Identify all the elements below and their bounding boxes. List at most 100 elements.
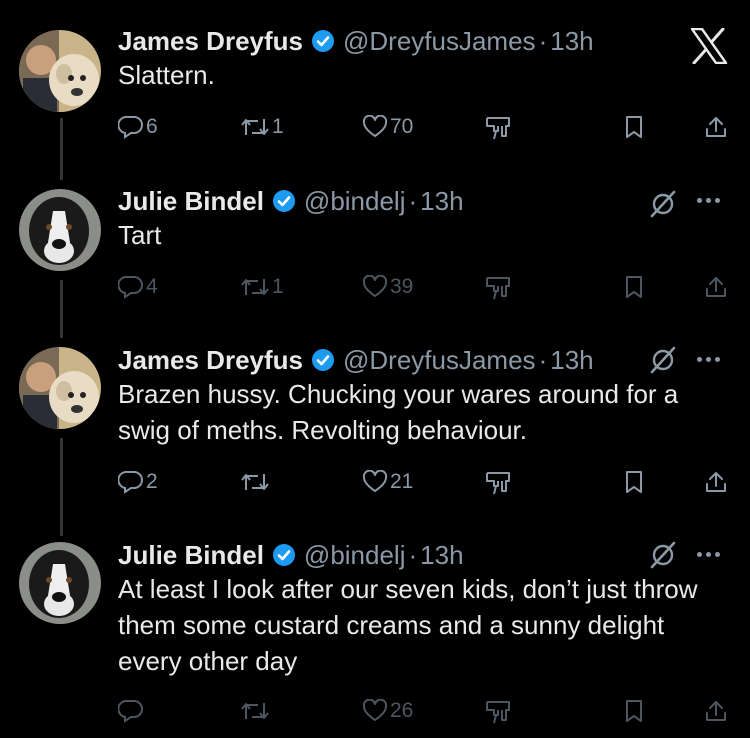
reply-icon [118, 470, 143, 494]
analytics-icon [486, 117, 510, 140]
tweet-header: Julie Bindel @bindelj · 13h [118, 537, 464, 573]
man-with-dog-avatar-icon [19, 347, 101, 429]
analytics-icon [486, 472, 510, 495]
share-button[interactable] [704, 115, 728, 139]
heart-icon [362, 470, 388, 492]
timestamp[interactable]: 13h [550, 345, 593, 376]
retweet-button[interactable]: 1 [240, 275, 284, 299]
avatar[interactable] [19, 189, 101, 271]
more-icon[interactable] [697, 357, 720, 362]
reply-button[interactable] [118, 699, 146, 723]
verified-badge-icon [311, 348, 335, 372]
avatar[interactable] [19, 30, 101, 112]
avatar[interactable] [19, 542, 101, 624]
author-name[interactable]: Julie Bindel [118, 186, 264, 217]
more-icon[interactable] [697, 552, 720, 557]
reply-button[interactable]: 2 [118, 470, 158, 494]
views-button[interactable] [484, 275, 512, 301]
heart-icon [362, 115, 388, 137]
timestamp[interactable]: 13h [550, 26, 593, 57]
share-icon [706, 277, 726, 297]
reply-button[interactable]: 4 [118, 275, 158, 299]
views-button[interactable] [484, 699, 512, 725]
separator-dot: · [408, 185, 418, 216]
avatar[interactable] [19, 347, 101, 429]
reply-count: 6 [146, 115, 158, 138]
timestamp[interactable]: 13h [420, 540, 463, 571]
verified-badge-icon [272, 189, 296, 213]
like-count: 70 [390, 115, 414, 138]
reply-icon [118, 699, 143, 723]
like-button[interactable]: 26 [362, 699, 413, 723]
retweet-button[interactable]: 1 [240, 115, 284, 139]
tweet-actions: 2 21 [0, 470, 750, 500]
bookmark-icon [626, 276, 642, 298]
bookmark-icon [626, 700, 642, 722]
bookmark-button[interactable] [624, 115, 644, 139]
retweet-icon [241, 279, 269, 295]
share-icon [706, 701, 726, 721]
retweet-button[interactable] [240, 699, 272, 723]
verified-badge-icon [311, 29, 335, 53]
bookmark-button[interactable] [624, 470, 644, 494]
separator-dot: · [538, 25, 548, 56]
tweet-header: James Dreyfus @DreyfusJames · 13h [118, 342, 594, 378]
tweet[interactable]: James Dreyfus @DreyfusJames · 13h Brazen… [0, 342, 750, 502]
tweet-actions: 4 1 39 [0, 275, 750, 305]
black-white-dog-avatar-icon [19, 189, 101, 271]
tweet-text: Slattern. [118, 60, 215, 90]
author-name[interactable]: James Dreyfus [118, 345, 303, 376]
like-count: 39 [390, 275, 414, 298]
like-count: 21 [390, 470, 414, 493]
tweet-text: At least I look after our seven kids, do… [118, 574, 698, 676]
grok-icon[interactable] [648, 345, 678, 380]
verified-badge-icon [272, 543, 296, 567]
share-button[interactable] [704, 699, 728, 723]
retweet-count: 1 [272, 115, 284, 138]
black-white-dog-avatar-icon [19, 542, 101, 624]
tweet-actions: 26 [0, 699, 750, 729]
retweet-icon [241, 703, 269, 719]
bookmark-button[interactable] [624, 699, 644, 723]
reply-count: 2 [146, 470, 158, 493]
reply-icon [118, 115, 143, 139]
retweet-button[interactable] [240, 470, 272, 494]
author-handle[interactable]: @DreyfusJames [343, 26, 536, 57]
views-button[interactable] [484, 115, 512, 141]
tweet-text: Tart [118, 220, 162, 250]
analytics-icon [486, 277, 510, 300]
tweet[interactable]: Julie Bindel @bindelj · 13h Tart 4 1 39 [0, 183, 750, 313]
more-icon[interactable] [697, 198, 720, 203]
tweet-header: Julie Bindel @bindelj · 13h [118, 183, 464, 219]
grok-icon[interactable] [648, 540, 678, 575]
like-button[interactable]: 39 [362, 275, 413, 299]
author-name[interactable]: James Dreyfus [118, 26, 303, 57]
retweet-count: 1 [272, 275, 284, 298]
like-button[interactable]: 70 [362, 115, 413, 139]
reply-count: 4 [146, 275, 158, 298]
timestamp[interactable]: 13h [420, 186, 463, 217]
tweet-actions: 6 1 70 [0, 115, 750, 145]
author-name[interactable]: Julie Bindel [118, 540, 264, 571]
share-button[interactable] [704, 470, 728, 494]
analytics-icon [486, 701, 510, 724]
reply-icon [118, 275, 143, 299]
views-button[interactable] [484, 470, 512, 496]
author-handle[interactable]: @bindelj [304, 540, 406, 571]
tweet[interactable]: Julie Bindel @bindelj · 13h At least I l… [0, 537, 750, 737]
reply-button[interactable]: 6 [118, 115, 158, 139]
heart-icon [362, 699, 388, 721]
author-handle[interactable]: @bindelj [304, 186, 406, 217]
retweet-icon [241, 474, 269, 490]
share-icon [706, 117, 726, 137]
heart-icon [362, 275, 388, 297]
tweet[interactable]: James Dreyfus @DreyfusJames · 13h Slatte… [0, 23, 750, 153]
bookmark-icon [626, 471, 642, 493]
tweet-text: Brazen hussy. Chucking your wares around… [118, 379, 679, 445]
share-button[interactable] [704, 275, 728, 299]
separator-dot: · [408, 539, 418, 570]
author-handle[interactable]: @DreyfusJames [343, 345, 536, 376]
bookmark-icon [626, 116, 642, 138]
like-button[interactable]: 21 [362, 470, 413, 494]
bookmark-button[interactable] [624, 275, 644, 299]
